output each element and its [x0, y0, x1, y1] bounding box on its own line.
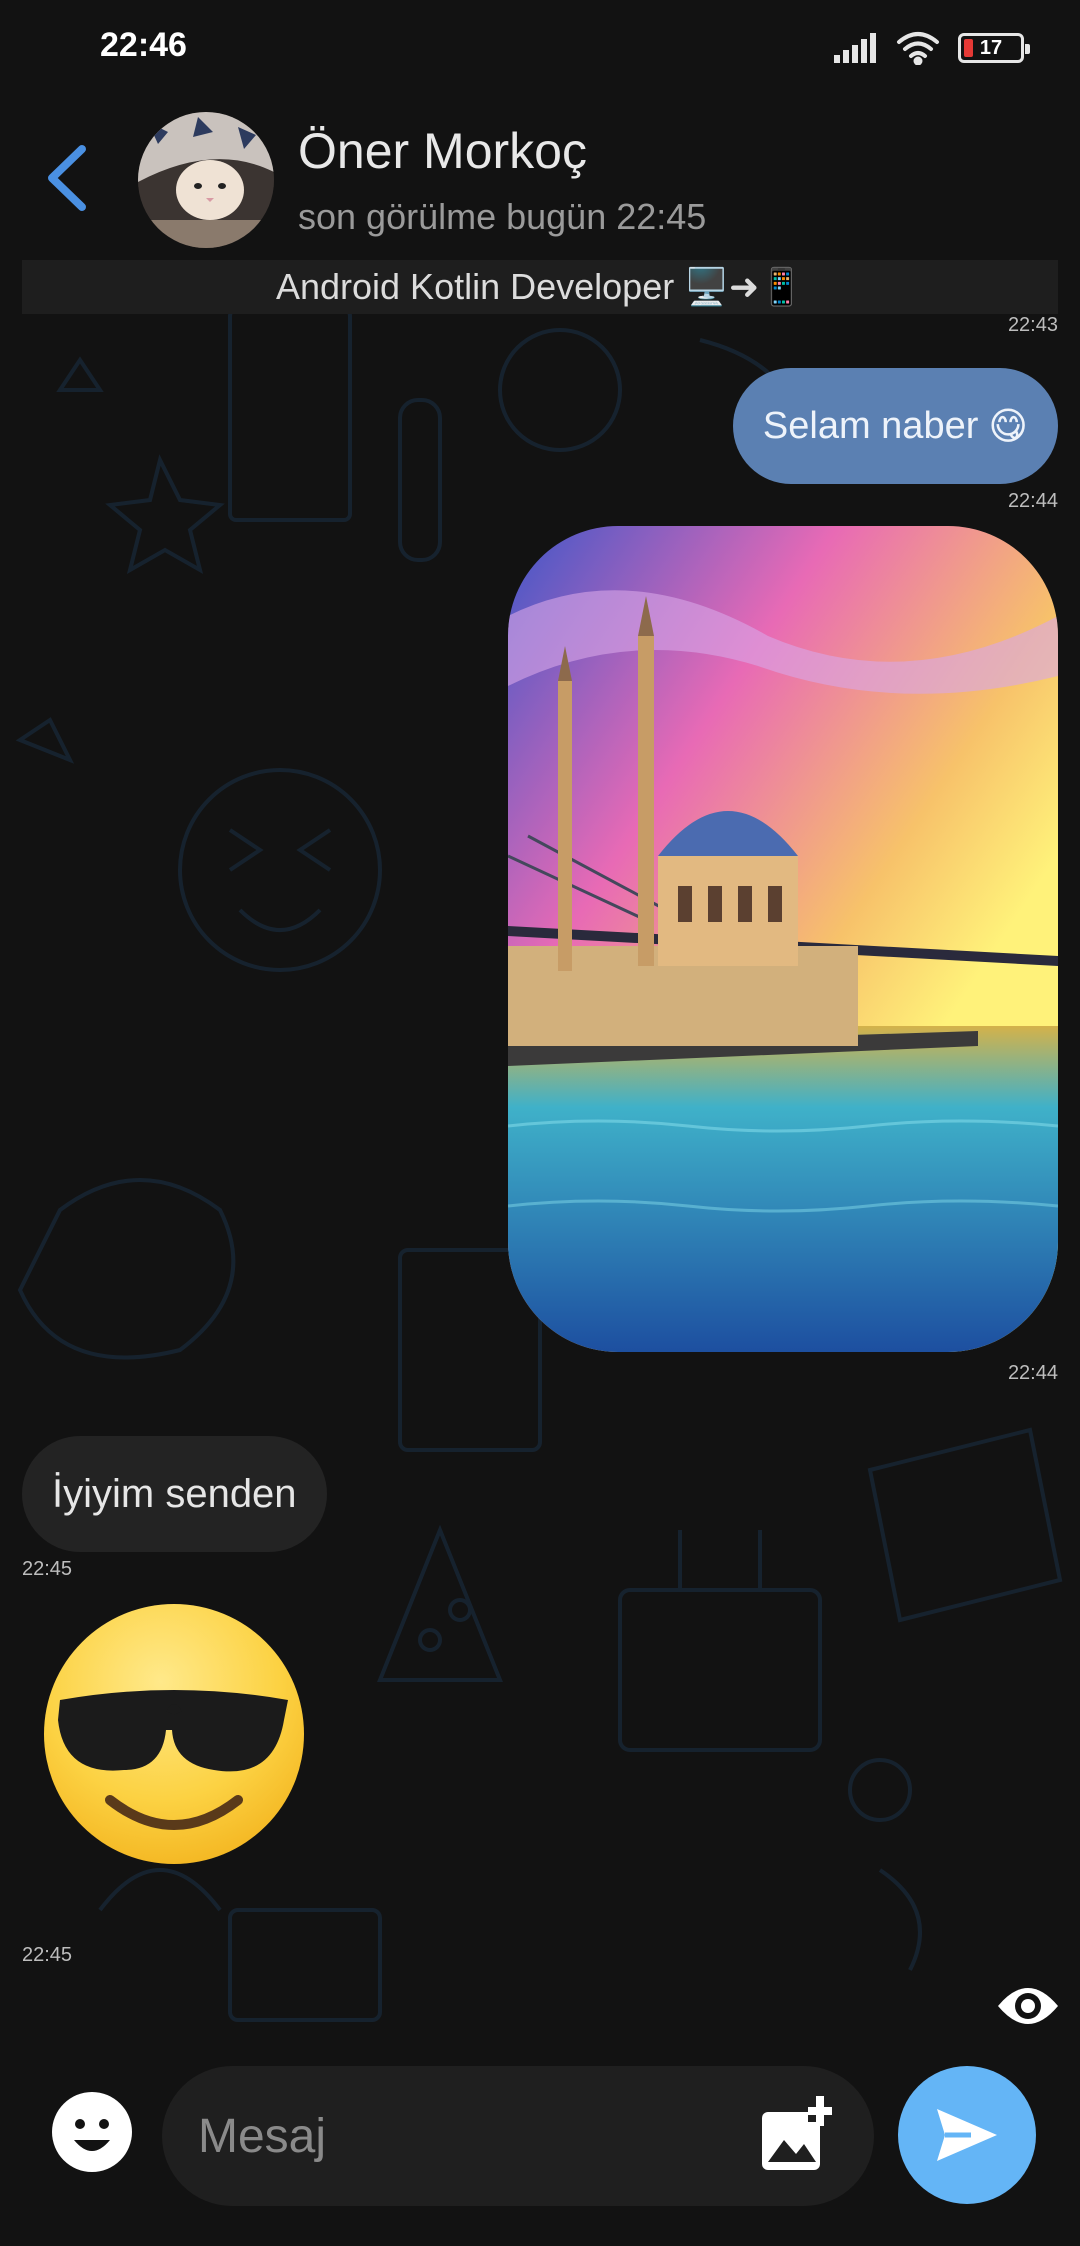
- incoming-message-bubble[interactable]: İyiyim senden: [22, 1436, 327, 1552]
- signal-icon: [834, 33, 876, 63]
- wifi-icon: [897, 32, 939, 65]
- contact-name[interactable]: Öner Morkoç: [298, 122, 587, 180]
- message-text: Selam naber: [762, 404, 979, 447]
- message-time: 22:45: [22, 1558, 73, 1580]
- contact-bio-text: Android Kotlin Developer: [275, 266, 675, 307]
- message-time: 22:45: [22, 1944, 73, 1966]
- message-composer: [0, 2052, 1080, 2212]
- chevron-left-icon: [48, 145, 86, 211]
- message-input[interactable]: [198, 2066, 738, 2206]
- chat-header: Öner Morkoç son görülme bugün 22:45: [0, 100, 1080, 260]
- computer-to-phone-emoji: 🖥️➜📱: [684, 266, 805, 307]
- battery-icon: 17: [958, 33, 1030, 63]
- contact-avatar[interactable]: [138, 112, 274, 248]
- status-bar: 22:46 17: [0, 0, 1080, 96]
- message-time: 22:44: [1007, 490, 1058, 512]
- sunglasses-emoji-sticker[interactable]: [40, 1600, 308, 1868]
- message-time: 22:43: [1007, 314, 1058, 336]
- contact-bio-bar[interactable]: Android Kotlin Developer 🖥️➜📱: [22, 260, 1058, 314]
- status-icons: 17: [834, 28, 1030, 68]
- battery-level: 17: [979, 36, 1003, 59]
- message-text: İyiyim senden: [52, 1471, 297, 1516]
- message-input-container: [162, 2066, 874, 2206]
- add-photo-icon[interactable]: [758, 2096, 838, 2176]
- message-time: 22:44: [1007, 1362, 1058, 1384]
- eye-icon[interactable]: [996, 1982, 1060, 2030]
- outgoing-message-bubble[interactable]: Selam naber 😋: [732, 368, 1058, 484]
- outgoing-photo-message[interactable]: [508, 526, 1058, 1352]
- status-time: 22:46: [100, 26, 187, 64]
- emoji-face-icon[interactable]: [52, 2092, 132, 2172]
- back-button[interactable]: [36, 138, 96, 218]
- send-icon: [937, 2109, 997, 2161]
- yum-face-emoji: 😋: [988, 405, 1028, 448]
- last-seen-status: son görülme bugün 22:45: [298, 196, 707, 237]
- send-button[interactable]: [898, 2066, 1036, 2204]
